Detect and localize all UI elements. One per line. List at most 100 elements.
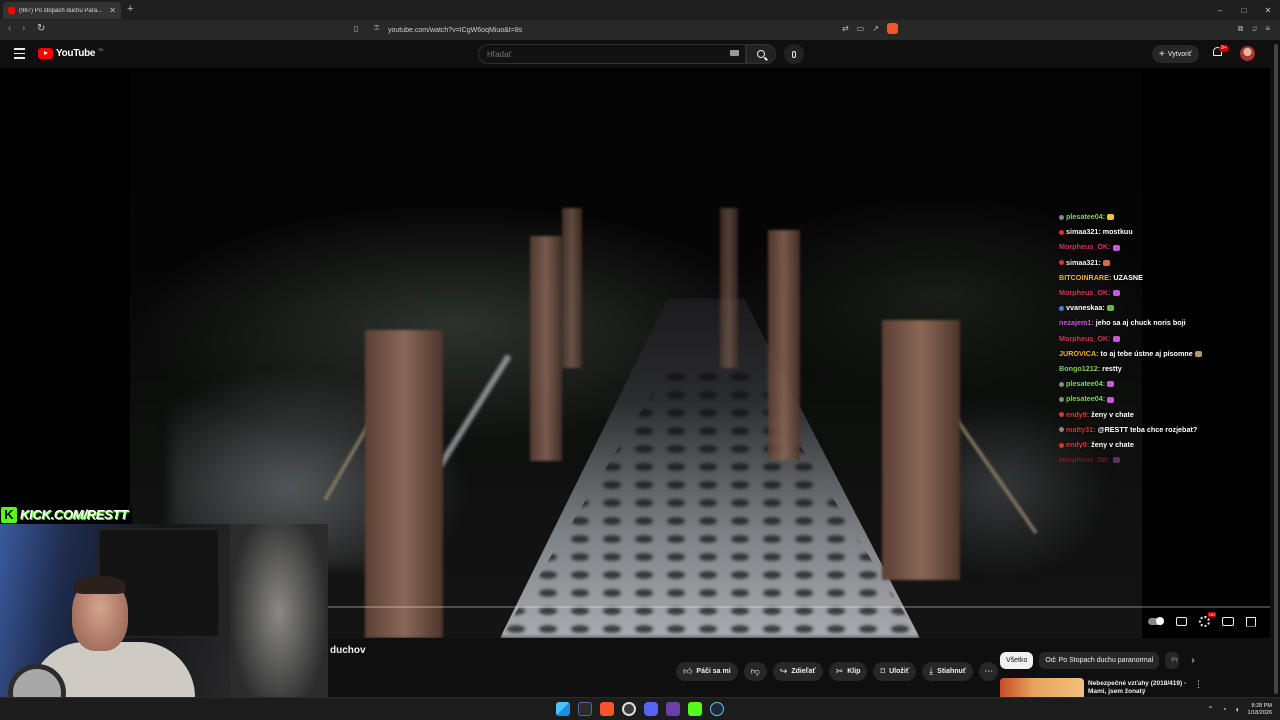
microphone-icon [792,50,796,58]
subtitles-icon[interactable] [1176,617,1187,626]
avatar[interactable] [1240,46,1255,61]
task-view-icon[interactable] [578,702,592,716]
bookmark-save-icon: ⌑ [880,666,886,676]
chat-badge-icon [1059,397,1064,403]
fullscreen-icon[interactable] [1246,616,1256,627]
bookmark-icon[interactable]: ▯ [354,24,358,33]
chat-badge-icon [1059,427,1064,433]
save-button[interactable]: ⌑ Uložiť [873,662,917,681]
search-button[interactable] [746,44,776,64]
dislike-button[interactable]: 👎︎ [743,662,767,681]
clock[interactable]: 8:28 PM 1/18/2026 [1248,703,1272,716]
chat-message: Bongo1212: restty [1059,361,1259,376]
hamburger-menu-icon[interactable] [14,48,25,62]
chat-username: Morpheus_OK: [1059,333,1111,343]
chat-username: nezajem1: [1059,318,1094,328]
new-tab-icon[interactable]: + [127,3,133,15]
url-text: youtube.com/watch?v=ICgW6oqMiuo&t=8s [388,26,523,34]
settings-gear-icon[interactable] [1199,612,1216,627]
thumbs-up-icon: 👍︎ [683,666,693,676]
close-tab-icon[interactable]: ✕ [109,6,116,15]
cast-icon[interactable]: ▭ [857,24,865,34]
keyboard-icon[interactable] [730,50,739,56]
like-button[interactable]: 👍︎ Páči sa mi [676,662,738,681]
chat-text: ženy v chate [1091,409,1134,419]
chat-badge-icon [1059,229,1064,235]
kick-logo-icon: K [1,506,17,523]
chip-from-channel[interactable]: Od: Po Stopach duchu paranormal [1039,652,1160,669]
browser-tab[interactable]: (987) Po stopach duchu Para... ✕ [3,2,121,19]
chat-emote-icon [1112,244,1120,251]
chip-more[interactable]: Pr [1165,652,1180,669]
start-windows-icon[interactable] [556,702,570,716]
theater-mode-icon[interactable] [1222,617,1234,626]
video-title: duchov [330,645,366,656]
media-icon[interactable]: ♫ [1251,24,1257,34]
recommended-thumbnail[interactable] [1000,678,1084,698]
kick-app-icon[interactable] [688,702,702,716]
chat-text: ženy v chate [1091,440,1134,450]
download-button[interactable]: ⤓ Stiahnuť [922,662,974,681]
share-page-icon[interactable]: ↗ [872,24,879,34]
back-icon[interactable]: ‹ [8,23,11,34]
chat-username: Morpheus_OK: [1059,288,1111,298]
more-actions-button[interactable]: ⋯ [979,662,999,681]
chip-all[interactable]: Všetko [1000,652,1034,669]
more-vertical-icon[interactable]: ⋮ [1194,679,1203,690]
close-window-button[interactable]: ✕ [1256,0,1280,20]
tray-chevron-icon[interactable]: ⌃ [1207,705,1214,714]
save-label: Uložiť [889,668,910,675]
obs-icon[interactable] [622,702,636,716]
chat-message: Morpheus_OK: [1059,285,1259,300]
search-input[interactable] [487,49,717,59]
page-scrollbar[interactable] [1274,44,1278,694]
webcam-overlay [0,524,328,720]
clip-button[interactable]: ✂ Klip [828,662,868,681]
browser-tab-bar: (987) Po stopach duchu Para... ✕ + – □ ✕ [0,0,1280,20]
volume-icon[interactable]: ◖ [1235,705,1240,714]
url-field[interactable]: youtube.com/watch?v=ICgW6oqMiuo&t=8s [372,22,912,38]
chat-text: to aj tebe ústne aj písomne [1100,348,1193,358]
youtube-logo[interactable]: YouTube SK [38,47,104,59]
minimize-button[interactable]: – [1208,0,1232,20]
maximize-button[interactable]: □ [1232,0,1256,20]
youtube-favicon-icon [8,7,15,14]
twitch-icon[interactable] [666,702,680,716]
translate-icon[interactable]: ⇄ [842,24,849,34]
chat-message: plesatee04: [1059,209,1259,224]
progress-bar[interactable] [328,606,1270,608]
chat-message: matty31: @RESTT teba chce rozjebat? [1059,422,1259,437]
bridge-post-mid-right [768,230,800,460]
chat-username: simaa321: [1066,227,1101,237]
chat-message: BITCOINRARE: UZASNE [1059,270,1259,285]
forward-icon[interactable]: › [22,23,25,34]
discord-icon[interactable] [644,702,658,716]
autoplay-toggle[interactable] [1148,617,1164,625]
recommended-title[interactable]: Nebezpečné vzťahy (2018/419) - Mami, jse… [1088,680,1188,696]
reload-icon[interactable]: ↻ [37,23,45,34]
bridge-snow-tracks [500,368,920,638]
chat-username: BITCOINRARE: [1059,272,1112,282]
chat-username: endy9: [1066,409,1090,419]
recommended-video[interactable]: Nebezpečné vzťahy (2018/419) - Mami, jse… [1000,678,1203,698]
chat-badge-icon [1059,412,1064,418]
chat-username: plesatee04: [1066,212,1106,221]
menu-icon[interactable]: ≡ [1265,24,1270,34]
screen: (987) Po stopach duchu Para... ✕ + – □ ✕… [0,0,1280,720]
wifi-icon[interactable]: ◔ [1222,705,1227,714]
steam-icon[interactable] [710,702,724,716]
extensions-icon[interactable]: ⧉ [1238,24,1244,34]
create-label: Vytvoriť [1167,50,1192,58]
brave-browser-icon[interactable] [600,702,614,716]
chevron-right-icon[interactable]: › [1191,655,1194,666]
brave-shield-icon[interactable] [886,23,898,34]
create-button[interactable]: + Vytvoriť [1152,45,1199,63]
video-actions: 👍︎ Páči sa mi 👎︎ ↪ Zdieľať ✂ Klip ⌑ Ulož… [676,662,999,681]
like-label: Páči sa mi [696,668,731,675]
chat-username: JUROVICA: [1059,348,1099,358]
chat-text: @RESTT teba chce rozjebat? [1097,424,1198,434]
chat-emote-icon [1107,381,1115,388]
share-button[interactable]: ↪ Zdieľať [772,662,823,681]
voice-search-button[interactable] [784,44,804,64]
chat-username: endy9: [1066,440,1090,450]
